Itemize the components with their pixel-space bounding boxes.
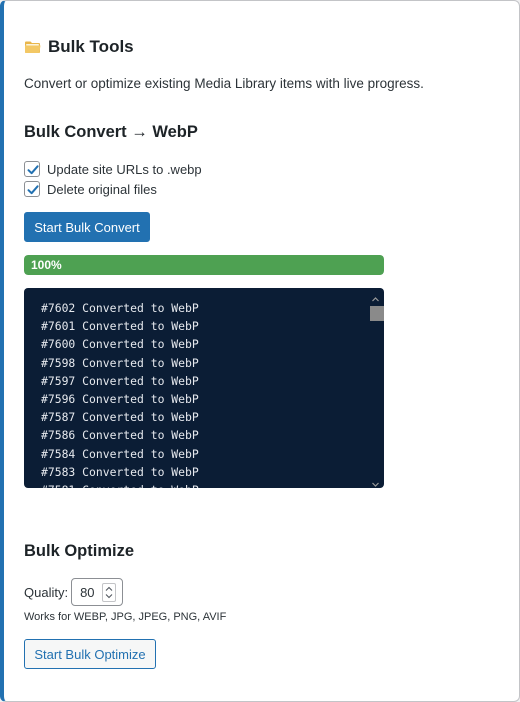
quality-value: 80 xyxy=(80,585,95,600)
delete-originals-option[interactable]: Delete original files xyxy=(24,181,157,197)
delete-originals-label: Delete original files xyxy=(47,181,157,197)
quality-input[interactable]: 80 xyxy=(71,578,124,606)
convert-log[interactable]: #7602 Converted to WebP #7601 Converted t… xyxy=(24,288,384,488)
update-urls-checkbox[interactable] xyxy=(24,161,40,177)
supported-formats-hint: Works for WEBP, JPG, JPEG, PNG, AVIF xyxy=(24,611,227,623)
log-line: #7598 Converted to WebP xyxy=(41,355,199,370)
start-bulk-optimize-button[interactable]: Start Bulk Optimize xyxy=(24,639,156,669)
convert-progress-bar: 100% xyxy=(24,255,384,275)
progress-fill: 100% xyxy=(24,255,384,275)
log-line: #7581 Converted to WebP xyxy=(41,481,361,488)
log-line: #7601 Converted to WebP xyxy=(41,319,199,334)
log-line: #7584 Converted to WebP xyxy=(41,446,199,461)
update-urls-option[interactable]: Update site URLs to .webp xyxy=(24,161,202,177)
panel-description: Convert or optimize existing Media Libra… xyxy=(24,76,424,91)
quality-row: Quality: 80 xyxy=(24,578,124,606)
update-urls-label: Update site URLs to .webp xyxy=(47,161,202,177)
log-line: #7596 Converted to WebP xyxy=(41,392,199,407)
page-title: Bulk Tools xyxy=(48,37,134,56)
bulk-convert-heading: Bulk Convert → WebP xyxy=(24,123,198,141)
log-scrollbar[interactable] xyxy=(367,288,384,488)
log-line: #7587 Converted to WebP xyxy=(41,410,199,425)
panel-header: Bulk Tools xyxy=(24,37,134,57)
scroll-up-arrow-icon[interactable] xyxy=(371,291,380,302)
log-line: #7586 Converted to WebP xyxy=(41,428,199,443)
bulk-tools-panel: Bulk Tools Convert or optimize existing … xyxy=(0,0,520,702)
log-lines: #7602 Converted to WebP #7601 Converted t… xyxy=(41,299,361,488)
folder-icon xyxy=(24,39,42,55)
scroll-thumb[interactable] xyxy=(370,306,384,321)
log-line: #7600 Converted to WebP xyxy=(41,337,199,352)
quality-stepper[interactable] xyxy=(102,583,117,602)
log-line: #7597 Converted to WebP xyxy=(41,373,199,388)
start-bulk-convert-button[interactable]: Start Bulk Convert xyxy=(24,212,150,242)
log-line: #7602 Converted to WebP xyxy=(41,301,199,315)
log-line: #7583 Converted to WebP xyxy=(41,464,199,479)
delete-originals-checkbox[interactable] xyxy=(24,181,40,197)
scroll-down-arrow-icon[interactable] xyxy=(371,476,380,487)
bulk-optimize-heading: Bulk Optimize xyxy=(24,542,135,560)
quality-label: Quality: xyxy=(24,584,69,600)
